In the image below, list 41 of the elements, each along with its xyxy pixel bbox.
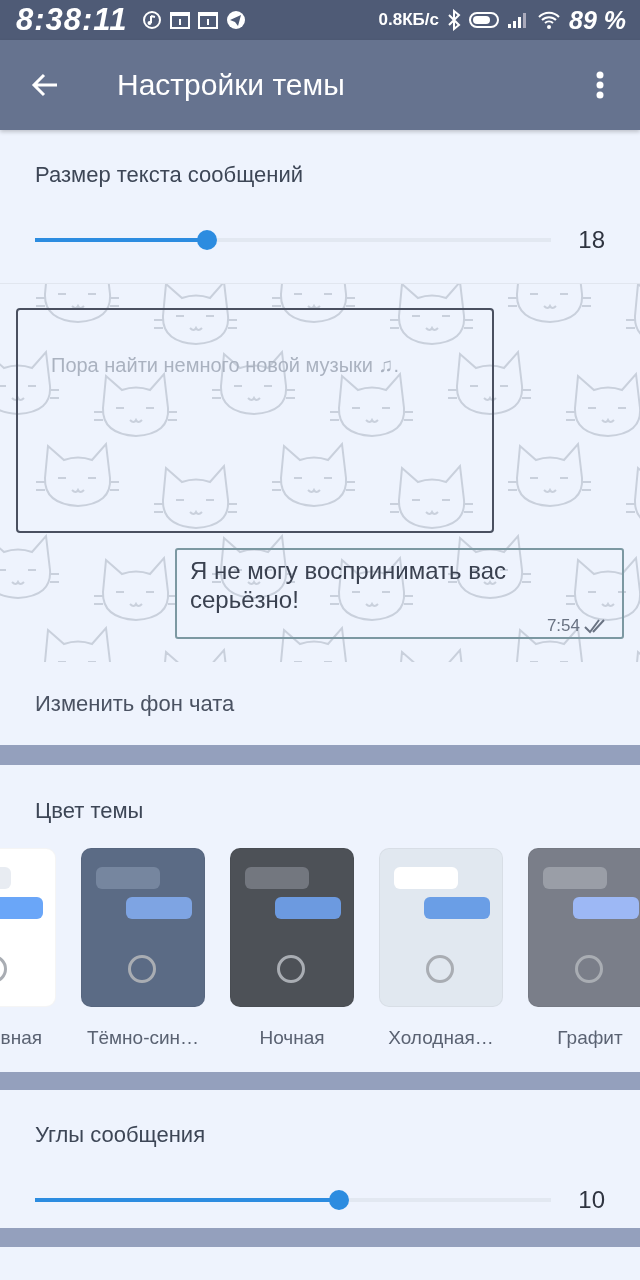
message-text: Я не могу воспринимать вас серьёзно! [190,556,508,614]
setting-label: Углы сообщения [35,1122,207,1148]
theme-option[interactable]: Холодная… [379,848,503,1049]
signal-icon [507,11,529,29]
music-note-icon [141,10,162,30]
slider[interactable] [35,230,551,250]
theme-option[interactable]: Графит [528,848,640,1049]
message-time: 7:54 [546,616,580,635]
paper-plane-icon [225,10,246,30]
back-arrow-icon [31,73,59,97]
slider-thumb[interactable] [329,1190,350,1210]
theme-option[interactable]: вная [0,848,56,1049]
calendar-icon [169,11,190,29]
slider-value: 18 [577,226,605,254]
network-speed: 0.8КБ/с [378,10,439,30]
radio-button[interactable] [277,955,305,983]
calendar-icon [197,11,218,29]
theme-name: Ночная [259,1027,325,1049]
battery-saver-icon [469,11,499,29]
battery-percent: 89 % [569,5,626,35]
bluetooth-icon [447,9,461,31]
theme-name: Графит [557,1027,623,1049]
slider-thumb[interactable] [196,230,217,250]
theme-name: вная [0,1027,42,1049]
theme-option[interactable]: Тёмно-син… [81,848,205,1049]
setting-label: Размер текста сообщений [35,162,304,188]
screen-title: Настройки темы [117,68,346,102]
more-menu-icon [596,71,604,99]
radio-button[interactable] [575,955,603,983]
theme-option[interactable]: Ночная [230,848,354,1049]
change-chat-background-button[interactable]: Изменить фон чата [35,690,235,717]
slider[interactable] [35,1190,551,1210]
radio-button[interactable] [128,955,156,983]
radio-button[interactable] [426,955,454,983]
slider-value: 10 [577,1186,605,1214]
theme-name: Тёмно-син… [86,1027,200,1049]
clock-time: 8:38:11 [16,2,128,38]
message-text: Пора найти немного новой музыки ♫. [51,354,400,377]
section-title: Цвет темы [34,797,145,825]
theme-name: Холодная… [388,1027,494,1049]
wifi-icon [537,10,561,30]
